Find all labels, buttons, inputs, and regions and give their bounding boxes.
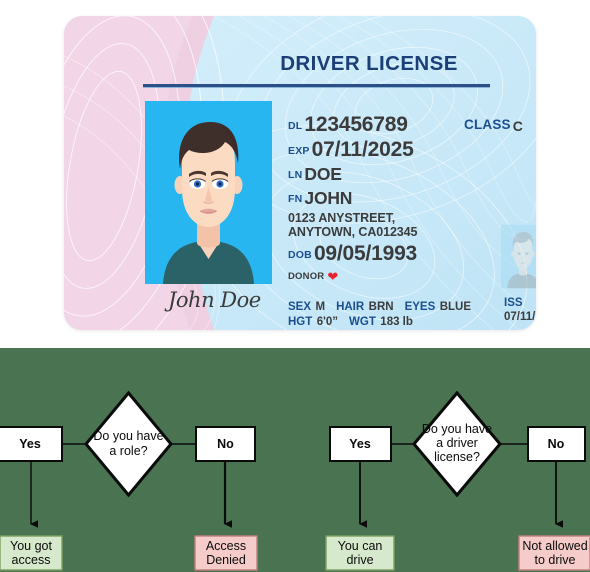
field-eyes-value: BLUE [439,301,472,313]
field-row-physical-2: HGT 6'0” WGT 183 lb [288,312,413,330]
field-dl-label: DL [288,120,303,132]
driver-license-card: DRIVER LICENSE DL123456789 EXP07/11/2025… [64,16,536,330]
flowchart-canvas: Do you have a role? Yes No You got acces… [0,390,590,571]
field-fn-value: JOHN [304,188,353,208]
field-dob: DOB09/05/1993 [288,242,417,266]
field-exp-value: 07/11/2025 [311,138,414,161]
yes-box-role-label: Yes [19,437,41,451]
flow-chart-driver-license: Do you have a driver license? Yes No You… [325,390,590,571]
signature: John Doe [168,288,261,312]
heart-icon: ❤ [327,269,339,284]
portrait-photo [145,101,272,284]
result-access-line1: You got [10,539,52,553]
flow-chart-role: Do you have a role? Yes No You got acces… [0,390,258,571]
field-class-value: C [512,118,523,134]
no-box-role-label: No [217,437,234,451]
field-ln: LN DOE [288,164,342,185]
decision-license-line1: Do you have [422,422,492,436]
field-dl: DL123456789 [288,113,408,137]
field-class-label: CLASS [464,117,511,132]
result-access-line2: access [12,553,51,567]
result-denied-line2: Denied [206,553,246,567]
result-not-allowed-line2: to drive [535,553,576,567]
result-denied-line1: Access [206,539,246,553]
decision-license-line3: license? [434,450,480,464]
result-can-drive-line2: drive [346,553,373,567]
field-iss-value: 07/11/2015 [504,311,536,323]
field-class: CLASS C [464,117,523,136]
ghost-portrait-photo [501,223,536,290]
field-exp: EXP07/11/2025 [288,138,414,162]
flowchart-section: Do you have a role? Yes No You got acces… [0,348,590,572]
field-dl-value: 123456789 [304,113,408,136]
decision-role-line2: a role? [109,444,147,458]
no-box-license-label: No [548,437,565,451]
field-address-line2: ANYTOWN, CA012345 [288,225,418,239]
field-address-line1: 0123 ANYSTREET, [288,211,396,225]
field-fn: FN JOHN [288,188,352,209]
field-wgt-value: 183 lb [380,316,413,328]
field-exp-label: EXP [288,145,310,157]
field-fn-label: FN [288,193,303,205]
field-donor: DONOR ❤ [288,267,338,285]
decision-role-line1: Do you have [93,429,163,443]
field-iss-label: ISS [504,297,523,309]
field-hgt-label: HGT [288,316,313,328]
field-ln-label: LN [288,169,303,181]
field-donor-label: DONOR [288,271,325,282]
title-divider [143,84,490,88]
field-hgt-value: 6'0” [316,316,339,328]
field-dob-label: DOB [288,249,312,261]
result-can-drive-line1: You can [338,539,383,553]
result-not-allowed-line1: Not allowed [522,539,587,553]
decision-license-line2: a driver [436,436,478,450]
field-dob-value: 09/05/1993 [313,242,418,265]
driver-license-section: DRIVER LICENSE DL123456789 EXP07/11/2025… [0,0,590,348]
field-wgt-label: WGT [349,316,376,328]
yes-box-license-label: Yes [349,437,371,451]
field-ln-value: DOE [304,164,342,184]
license-title: DRIVER LICENSE [280,52,458,75]
